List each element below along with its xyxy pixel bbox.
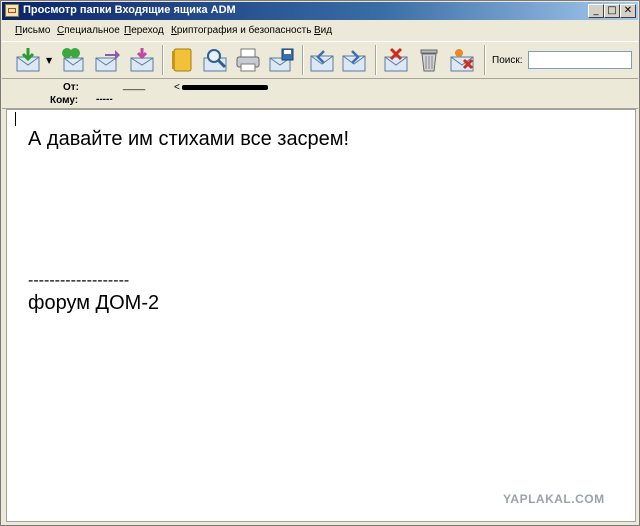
message-line: А давайте им стихами все засрем! [28, 128, 350, 150]
save-button[interactable] [267, 46, 295, 74]
get-mail-icon [16, 48, 40, 72]
find-button[interactable] [201, 46, 229, 74]
get-mail-button[interactable] [14, 46, 42, 74]
next-message-icon [342, 50, 366, 72]
find-icon [203, 49, 227, 72]
search-input[interactable] [528, 51, 632, 69]
menu-crypto[interactable]: Криптография и безопасность [171, 25, 311, 36]
to-value[interactable]: ----- [96, 94, 113, 105]
minimize-button[interactable]: _ [588, 4, 604, 18]
toolbar: ▼ Поиск: [2, 41, 638, 79]
toolbar-separator [484, 45, 486, 75]
delete-message-button[interactable] [382, 46, 410, 74]
previous-message-icon [310, 50, 334, 72]
menu-view[interactable]: Вид [314, 25, 332, 36]
signature-text: форум ДОМ-2 [28, 292, 160, 314]
signature-separator: ------------------- [28, 272, 130, 289]
to-label: Кому: [50, 95, 79, 106]
watermark: YAPLAKAL.COM [503, 492, 605, 506]
forward-icon [95, 50, 120, 72]
address-book-button[interactable] [168, 46, 196, 74]
trash-icon [420, 49, 438, 72]
text-cursor [15, 112, 16, 126]
mail-window: Просмотр папки Входящие ящика ADM _ □ ✕ … [0, 0, 640, 526]
next-message-button[interactable] [340, 46, 368, 74]
search-label: Поиск: [492, 55, 523, 66]
get-mail-dropdown-icon[interactable]: ▼ [46, 56, 54, 65]
menu-special[interactable]: Специальное [57, 25, 120, 36]
toolbar-separator [302, 45, 304, 75]
from-label: От: [63, 82, 80, 93]
maximize-button[interactable]: □ [604, 4, 620, 18]
title-bar[interactable]: Просмотр папки Входящие ящика ADM _ □ ✕ [2, 2, 638, 20]
print-button[interactable] [234, 46, 262, 74]
menu-letter[interactable]: Письмо [15, 25, 50, 36]
forward-button[interactable] [93, 46, 121, 74]
toolbar-separator [162, 45, 164, 75]
from-email-prefix: < [174, 82, 180, 93]
close-button[interactable]: ✕ [620, 4, 636, 18]
previous-message-button[interactable] [308, 46, 336, 74]
address-book-icon [172, 48, 192, 72]
print-icon [236, 48, 260, 72]
trash-button[interactable] [415, 46, 443, 74]
new-message-button[interactable] [128, 46, 156, 74]
window-title: Просмотр папки Входящие ящика ADM [23, 4, 236, 16]
menu-bar: Письмо Специальное Переход Криптография … [2, 21, 638, 41]
redaction-bar [182, 85, 268, 90]
mark-junk-icon [450, 49, 474, 72]
from-name[interactable]: ____ [123, 80, 145, 91]
new-message-icon [130, 48, 154, 72]
mark-junk-button[interactable] [448, 46, 476, 74]
delete-message-icon [384, 47, 408, 72]
save-icon [269, 48, 294, 72]
message-header: От: ____ < Кому: ----- [2, 79, 638, 109]
menu-go[interactable]: Переход [124, 25, 164, 36]
mail-app-icon [5, 4, 19, 17]
toolbar-separator [375, 45, 377, 75]
reply-all-button[interactable] [58, 46, 86, 74]
reply-all-icon [62, 48, 84, 72]
message-body[interactable]: А давайте им стихами все засрем! -------… [6, 109, 636, 522]
